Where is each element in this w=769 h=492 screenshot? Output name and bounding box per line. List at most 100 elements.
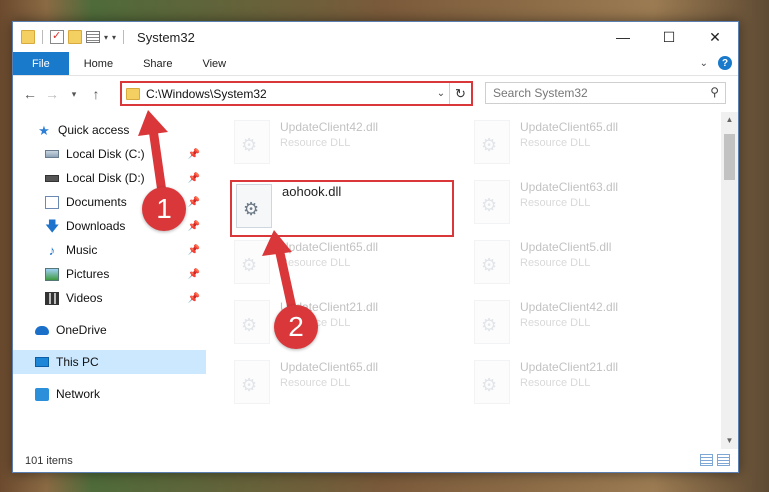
dll-file-icon: ⚙ bbox=[474, 120, 510, 164]
large-icons-view-icon[interactable] bbox=[717, 454, 730, 466]
file-item[interactable]: ⚙ UpdateClient65.dll Resource DLL bbox=[474, 118, 684, 168]
address-dropdown-icon[interactable]: ⌄ bbox=[433, 88, 449, 99]
navigation-pane: ★ Quick access Local Disk (C:) 📌 Local D… bbox=[13, 112, 206, 449]
pin-icon[interactable]: 📌 bbox=[188, 197, 200, 208]
file-item[interactable]: ⚙ UpdateClient21.dllResource DLL bbox=[234, 298, 444, 348]
file-type: Resource DLL bbox=[280, 137, 351, 149]
dll-file-icon: ⚙ bbox=[234, 360, 270, 404]
nav-item-label: Pictures bbox=[66, 267, 110, 281]
main-content: ★ Quick access Local Disk (C:) 📌 Local D… bbox=[13, 112, 738, 449]
tab-share[interactable]: Share bbox=[128, 52, 187, 75]
pin-icon[interactable]: 📌 bbox=[188, 245, 200, 256]
maximize-button[interactable]: ☐ bbox=[646, 22, 692, 52]
nav-item-label: Local Disk (C:) bbox=[66, 147, 145, 161]
nav-item-quick-access[interactable]: ★ Quick access bbox=[13, 118, 206, 142]
file-item[interactable]: ⚙ UpdateClient42.dll Resource DLL bbox=[474, 298, 684, 348]
expand-ribbon-icon[interactable]: ⌄ bbox=[700, 58, 708, 69]
window-controls: — ☐ ✕ bbox=[600, 22, 738, 52]
properties-icon[interactable] bbox=[50, 29, 64, 44]
nav-item-label: Downloads bbox=[66, 219, 126, 233]
nav-item-label: OneDrive bbox=[56, 323, 107, 337]
tab-view[interactable]: View bbox=[187, 52, 241, 75]
downloads-icon: 🡇 bbox=[45, 217, 60, 234]
divider bbox=[123, 30, 125, 44]
search-input[interactable]: Search System32 ⚲ bbox=[485, 82, 726, 104]
nav-item-local-disk-d[interactable]: Local Disk (D:) 📌 bbox=[13, 166, 206, 190]
file-name: UpdateClient42.dll bbox=[280, 120, 379, 134]
scroll-up-icon[interactable]: ▲ bbox=[721, 112, 738, 128]
file-item[interactable]: ⚙ UpdateClient21.dllResource DLL bbox=[474, 358, 684, 408]
scrollbar-thumb[interactable] bbox=[724, 134, 735, 180]
address-row: ← → ▾ ↑ C:\Windows\System32 ⌄ ↻ Search S… bbox=[13, 76, 738, 112]
window-title: System32 bbox=[137, 29, 195, 45]
dll-file-icon: ⚙ bbox=[234, 240, 270, 284]
customize-toolbar-icon[interactable]: ▾ bbox=[112, 33, 116, 42]
dll-file-icon: ⚙ bbox=[234, 120, 270, 164]
quick-access-toolbar: ▾ ▾ bbox=[13, 29, 127, 44]
file-item[interactable]: ⚙ UpdateClient63.dll Resource DLL bbox=[474, 178, 684, 228]
status-bar: 101 items bbox=[13, 449, 738, 472]
dll-file-icon: ⚙ bbox=[474, 240, 510, 284]
nav-item-network[interactable]: Network bbox=[13, 382, 206, 406]
file-name: UpdateClient65.dll bbox=[280, 240, 379, 254]
nav-item-videos[interactable]: Videos 📌 bbox=[13, 286, 206, 310]
file-item[interactable]: ⚙ UpdateClient65.dll Resource DLL bbox=[234, 358, 444, 408]
scroll-down-icon[interactable]: ▼ bbox=[721, 433, 738, 449]
pin-icon[interactable]: 📌 bbox=[188, 221, 200, 232]
recent-locations-icon[interactable]: ▾ bbox=[63, 89, 85, 100]
pin-icon[interactable]: 📌 bbox=[188, 293, 200, 304]
pin-icon[interactable]: 📌 bbox=[188, 269, 200, 280]
nav-item-music[interactable]: ♪ Music 📌 bbox=[13, 238, 206, 262]
address-path[interactable]: C:\Windows\System32 bbox=[146, 87, 433, 101]
file-name: UpdateClient63.dll bbox=[520, 180, 619, 194]
tab-home[interactable]: Home bbox=[69, 52, 128, 75]
file-type: Resource DLL bbox=[520, 377, 591, 389]
view-icon[interactable] bbox=[86, 31, 100, 43]
step-2-callout: 2 bbox=[274, 305, 318, 349]
file-name: UpdateClient65.dll bbox=[520, 120, 619, 134]
refresh-icon[interactable]: ↻ bbox=[449, 83, 471, 104]
dll-file-icon: ⚙ bbox=[474, 300, 510, 344]
vertical-scrollbar[interactable]: ▲ ▼ bbox=[721, 112, 738, 449]
divider bbox=[42, 30, 43, 44]
minimize-button[interactable]: — bbox=[600, 22, 646, 52]
ribbon-right: ⌄ ? bbox=[700, 56, 732, 70]
tab-file[interactable]: File bbox=[13, 52, 69, 75]
file-name: UpdateClient65.dll bbox=[280, 360, 379, 374]
folder-icon bbox=[21, 30, 35, 44]
new-folder-icon[interactable] bbox=[68, 30, 82, 44]
folder-icon bbox=[126, 87, 140, 100]
search-icon[interactable]: ⚲ bbox=[710, 85, 719, 99]
details-view-icon[interactable] bbox=[700, 454, 713, 466]
nav-item-label: Videos bbox=[66, 291, 103, 305]
dll-file-icon: ⚙ bbox=[234, 300, 270, 344]
help-icon[interactable]: ? bbox=[718, 56, 732, 70]
title-bar: ▾ ▾ System32 — ☐ ✕ bbox=[13, 22, 738, 52]
pin-icon[interactable]: 📌 bbox=[188, 149, 200, 160]
back-arrow-icon[interactable]: ← bbox=[19, 86, 41, 102]
nav-item-local-disk-c[interactable]: Local Disk (C:) 📌 bbox=[13, 142, 206, 166]
nav-item-pictures[interactable]: Pictures 📌 bbox=[13, 262, 206, 286]
pin-icon[interactable]: 📌 bbox=[188, 173, 200, 184]
dll-file-icon: ⚙ bbox=[474, 180, 510, 224]
address-bar[interactable]: C:\Windows\System32 ⌄ ↻ bbox=[120, 81, 473, 106]
file-item[interactable]: ⚙ UpdateClient65.dll Resource DLL bbox=[234, 238, 444, 288]
up-arrow-icon[interactable]: ↑ bbox=[85, 86, 107, 102]
network-icon bbox=[35, 387, 49, 401]
nav-item-this-pc[interactable]: This PC bbox=[13, 350, 206, 374]
view-toggle bbox=[700, 454, 730, 466]
file-type: Resource DLL bbox=[280, 377, 351, 389]
file-item[interactable]: ⚙ UpdateClient5.dll Resource DLL bbox=[474, 238, 684, 288]
file-name: UpdateClient5.dll bbox=[520, 240, 612, 254]
close-button[interactable]: ✕ bbox=[692, 22, 738, 52]
videos-icon bbox=[45, 291, 59, 305]
item-count: 101 items bbox=[25, 454, 73, 467]
file-name: UpdateClient42.dll bbox=[520, 300, 619, 314]
onedrive-icon bbox=[35, 325, 49, 335]
chevron-down-icon[interactable]: ▾ bbox=[104, 33, 108, 42]
nav-item-onedrive[interactable]: OneDrive bbox=[13, 318, 206, 342]
nav-item-label: Documents bbox=[66, 195, 127, 209]
forward-arrow-icon[interactable]: → bbox=[41, 86, 63, 102]
drive-icon bbox=[45, 174, 59, 182]
file-item[interactable]: ⚙ UpdateClient42.dll Resource DLL bbox=[234, 118, 444, 168]
